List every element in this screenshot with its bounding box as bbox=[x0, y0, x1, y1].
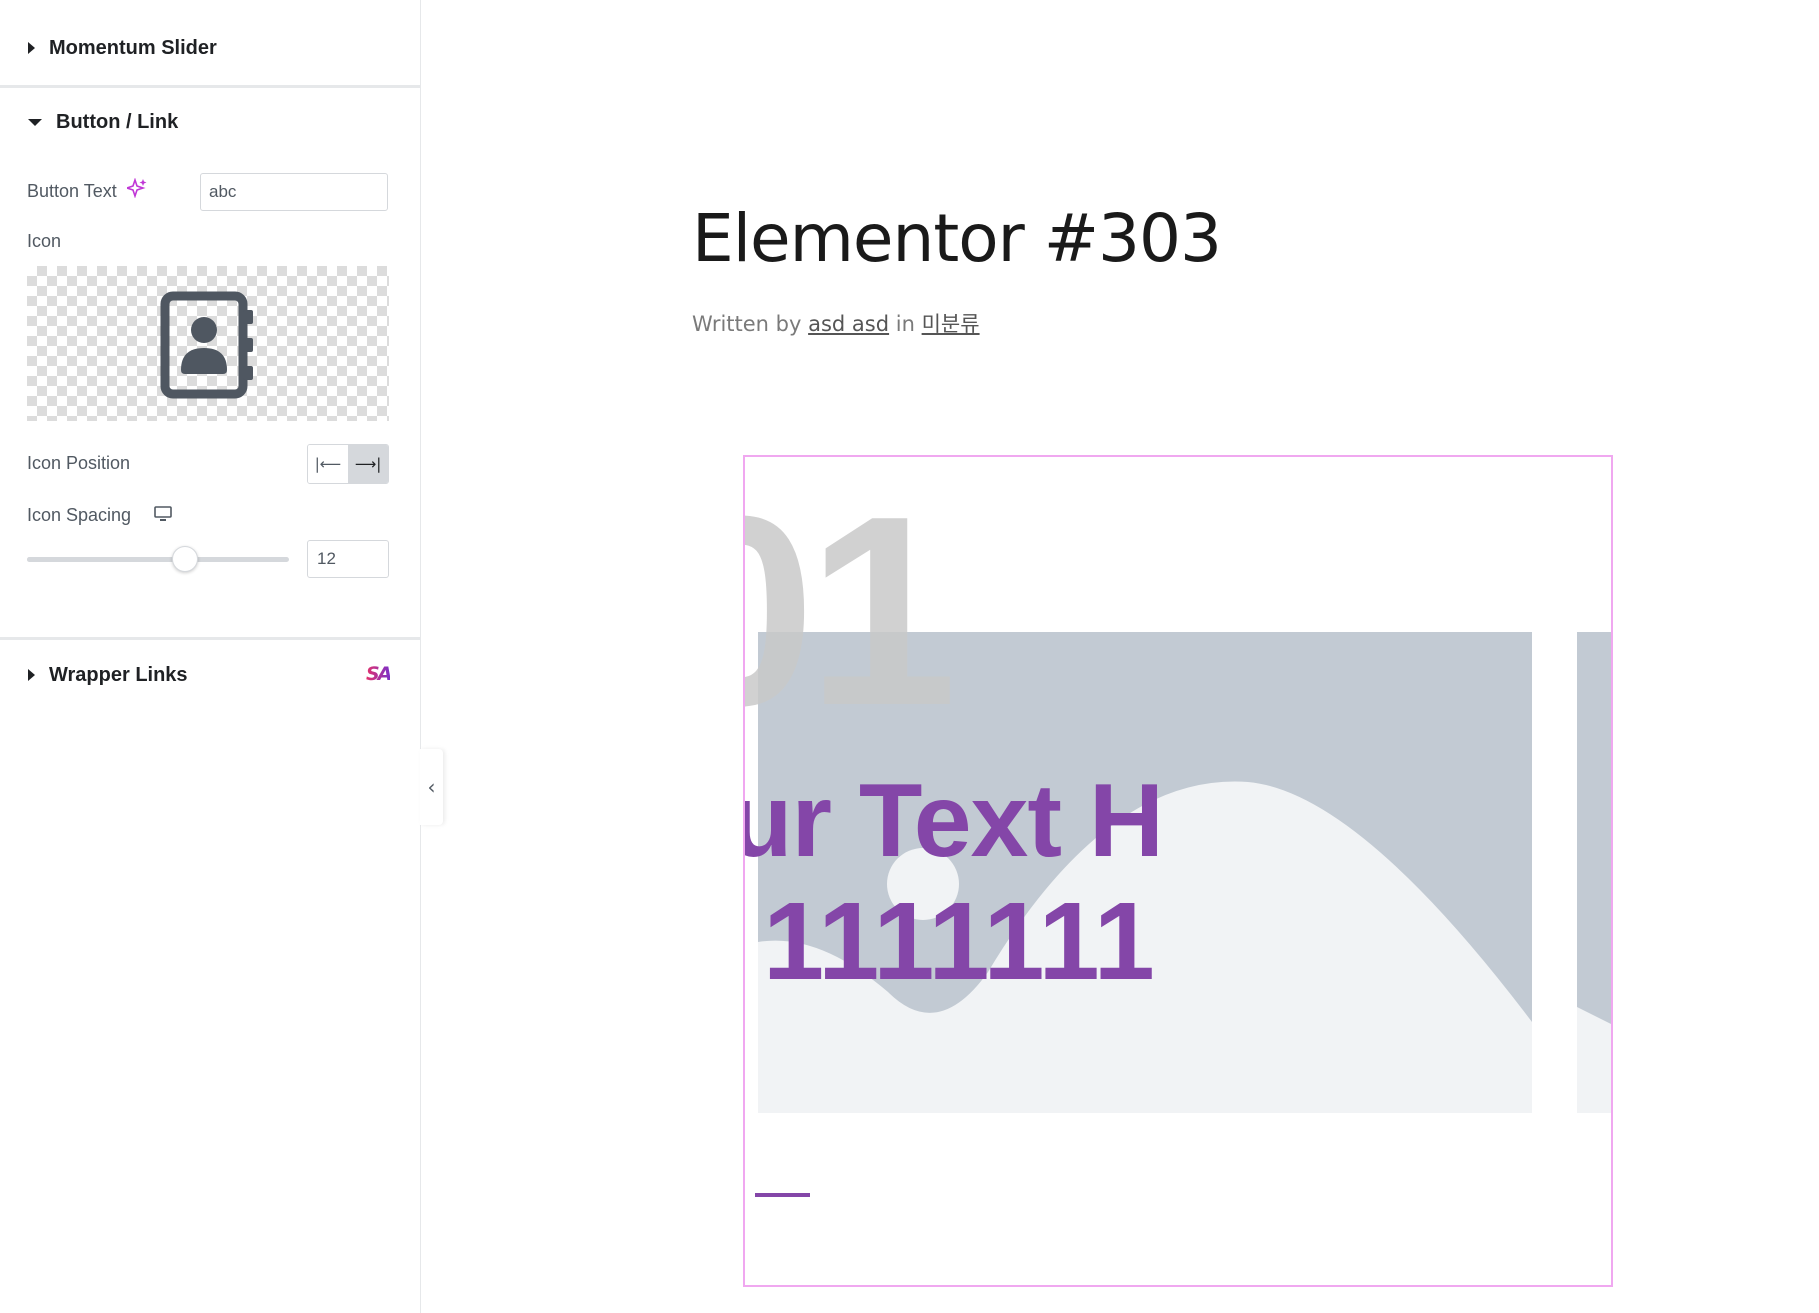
editor-panel: Momentum Slider Button / Link Button Tex… bbox=[0, 0, 421, 1313]
slide-index-number: 01 bbox=[745, 461, 957, 762]
caret-right-icon bbox=[28, 669, 35, 681]
momentum-slider-widget[interactable]: 01 ur Text H 1111111 bbox=[743, 455, 1613, 1287]
slide-image-next bbox=[1577, 632, 1611, 1113]
slider-fill bbox=[27, 557, 185, 562]
caret-right-icon bbox=[28, 42, 35, 54]
icon-spacing-slider[interactable] bbox=[27, 546, 289, 572]
align-after-icon[interactable]: ⟶| bbox=[348, 445, 388, 483]
button-text-input[interactable] bbox=[200, 173, 388, 211]
icon-label: Icon bbox=[27, 231, 62, 251]
section-wrapper-links[interactable]: Wrapper Links bbox=[0, 630, 420, 720]
ai-sparkle-icon[interactable] bbox=[124, 177, 147, 203]
caret-down-icon bbox=[28, 118, 42, 126]
collapse-panel-button[interactable]: ‹ bbox=[420, 749, 443, 825]
page-title: Elementor #303 bbox=[692, 200, 1222, 277]
button-text-label: Button Text bbox=[27, 181, 117, 201]
icon-spacing-label: Icon Spacing bbox=[27, 505, 132, 525]
slider-handle[interactable] bbox=[172, 546, 199, 572]
icon-spacing-input[interactable] bbox=[307, 540, 389, 578]
icon-picker[interactable] bbox=[27, 266, 389, 421]
section-title: Wrapper Links bbox=[49, 663, 188, 686]
desktop-icon[interactable] bbox=[154, 506, 172, 527]
slider-pagination-bar[interactable] bbox=[755, 1193, 810, 1197]
slide-heading: ur Text H bbox=[743, 763, 1164, 879]
byline-in: in bbox=[895, 312, 915, 336]
icon-position-label: Icon Position bbox=[27, 453, 131, 473]
align-before-icon[interactable]: |⟵ bbox=[308, 445, 348, 483]
author-link[interactable]: asd asd bbox=[808, 312, 889, 336]
address-book-icon bbox=[159, 290, 259, 405]
icon-position-toggle: |⟵ ⟶| bbox=[307, 444, 389, 484]
section-title: Momentum Slider bbox=[49, 36, 217, 59]
category-link[interactable]: 미분류 bbox=[922, 312, 980, 336]
post-byline: Written by asd asd in 미분류 bbox=[692, 308, 980, 338]
section-title: Button / Link bbox=[56, 110, 179, 133]
sa-badge-icon: SA bbox=[366, 663, 392, 685]
byline-prefix: Written by bbox=[692, 312, 802, 336]
section-button-link[interactable]: Button / Link bbox=[0, 77, 420, 167]
slide-subheading: 1111111 bbox=[763, 880, 1155, 1003]
image-placeholder-icon bbox=[1577, 1007, 1611, 1113]
